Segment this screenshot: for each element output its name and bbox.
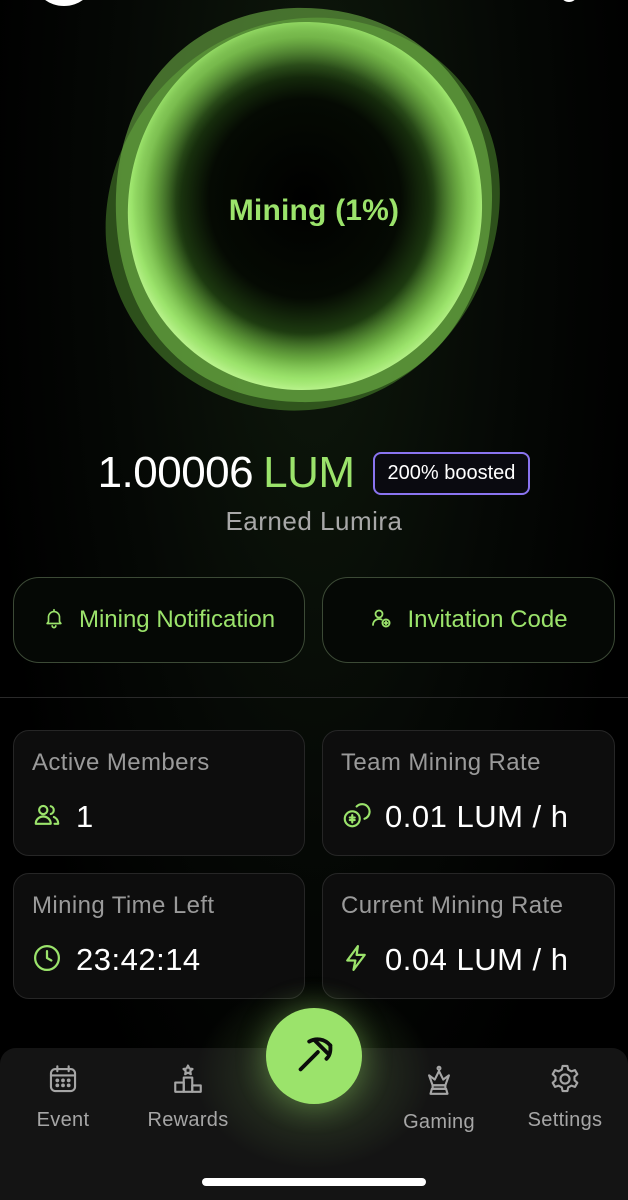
pickaxe-icon [291, 1031, 337, 1082]
bell-icon [43, 607, 65, 634]
coins-icon [341, 800, 371, 835]
team-mining-rate-value: 0.01 LUM / h [385, 799, 569, 834]
boost-badge[interactable]: 200% boosted [372, 451, 531, 495]
mining-time-left-value: 23:42:14 [76, 942, 201, 977]
nav-item-settings[interactable]: Settings [510, 1062, 620, 1132]
balance-row: 1.00006 LUM 200% boosted [0, 445, 628, 501]
current-mining-rate-value: 0.04 LUM / h [385, 942, 569, 977]
invitation-code-button[interactable]: Invitation Code [322, 577, 615, 663]
current-mining-rate-title: Current Mining Rate [341, 892, 564, 919]
invitation-code-label: Invitation Code [407, 606, 568, 633]
active-members-title: Active Members [32, 749, 210, 776]
mine-button[interactable] [266, 1008, 362, 1104]
mining-time-left-card: Mining Time Left 23:42:14 [13, 873, 305, 999]
mining-time-left-title: Mining Time Left [32, 892, 215, 919]
team-mining-rate-title: Team Mining Rate [341, 749, 541, 776]
gear-icon [548, 1062, 582, 1101]
nav-label-rewards: Rewards [147, 1109, 229, 1131]
nav-label-settings: Settings [527, 1109, 603, 1131]
nav-item-event[interactable]: Event [8, 1062, 118, 1132]
balance-caption: Earned Lumira [225, 506, 403, 536]
mining-notification-button[interactable]: Mining Notification [13, 577, 305, 663]
active-members-value: 1 [76, 799, 94, 834]
user-plus-icon [369, 606, 393, 635]
section-divider [0, 697, 628, 698]
users-icon [32, 800, 62, 835]
balance-amount: 1.00006 [97, 448, 254, 497]
mining-status-label: Mining (1%) [228, 194, 400, 227]
nav-item-rewards[interactable]: Rewards [133, 1062, 243, 1132]
team-mining-rate-card: Team Mining Rate 0.01 LUM / h [322, 730, 615, 856]
nav-label-gaming: Gaming [403, 1111, 475, 1133]
nav-item-gaming[interactable]: Gaming [384, 1064, 494, 1134]
podium-icon [171, 1062, 205, 1101]
nav-label-event: Event [36, 1109, 90, 1131]
balance-unit: LUM [263, 448, 355, 497]
mining-notification-label: Mining Notification [78, 606, 276, 633]
top-right-icon[interactable] [562, 0, 576, 2]
active-members-card: Active Members 1 [13, 730, 305, 856]
current-mining-rate-card: Current Mining Rate 0.04 LUM / h [322, 873, 615, 999]
calendar-icon [46, 1062, 80, 1101]
home-indicator[interactable] [202, 1178, 426, 1186]
profile-avatar[interactable] [36, 0, 92, 6]
crown-icon [422, 1064, 456, 1103]
clock-icon [32, 943, 62, 978]
lightning-icon [341, 943, 371, 978]
